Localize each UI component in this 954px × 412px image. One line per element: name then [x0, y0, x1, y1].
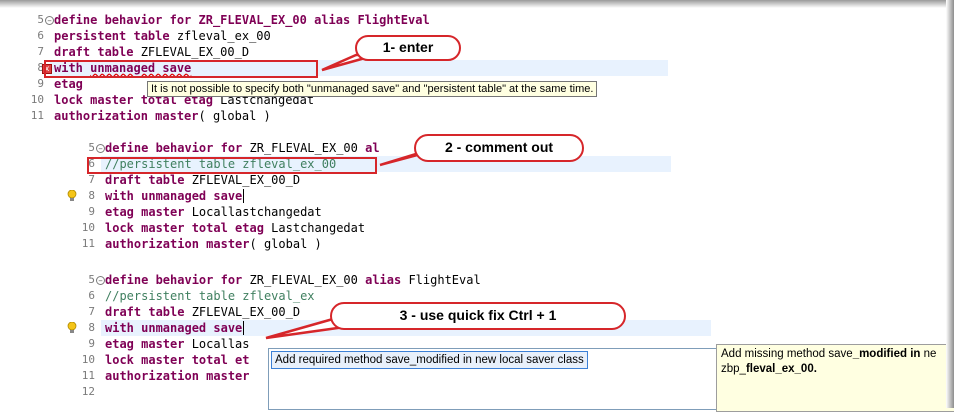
- quick-fix-item-add-method[interactable]: Add required method save_modified in new…: [271, 351, 588, 369]
- code-token: draft table: [54, 45, 141, 59]
- fold-toggle-icon[interactable]: −: [96, 144, 105, 153]
- code-token: lock master total etag: [105, 221, 272, 235]
- fold-toggle-icon[interactable]: −: [96, 276, 105, 285]
- line-number: 7: [88, 173, 95, 186]
- code-line[interactable]: lock master total et: [105, 352, 250, 368]
- code-token: etag: [54, 77, 91, 91]
- quick-fix-popup[interactable]: Add required method save_modified in new…: [268, 348, 720, 410]
- line-number: 11: [81, 237, 95, 250]
- line-number: 8: [88, 321, 95, 334]
- code-line[interactable]: etag: [54, 76, 90, 92]
- window-shadow-right: [946, 0, 954, 408]
- code-line[interactable]: define behavior for ZR_FLEVAL_EX_00 alia…: [54, 12, 430, 28]
- code-token: ZFLEVAL_EX_00_D: [191, 173, 301, 187]
- callout-step-1: 1- enter: [355, 35, 461, 61]
- code-token: ZFLEVAL_EX_00_D: [140, 45, 250, 59]
- info-text-bold: _modified in: [852, 348, 921, 360]
- code-token: with unmanaged save: [105, 321, 243, 335]
- info-line2: zbp_: [721, 363, 746, 375]
- code-token: Lastchangedat: [271, 221, 366, 235]
- window-shadow-top: [0, 0, 954, 8]
- code-token: ZR_FLEVAL_EX_00: [249, 273, 366, 287]
- code-token: Locallas: [191, 337, 250, 351]
- code-token: lock master total et: [105, 353, 250, 367]
- code-token: FlightEval: [357, 13, 430, 27]
- code-line[interactable]: etag master Locallas: [105, 336, 250, 352]
- line-number: 11: [81, 369, 95, 382]
- code-token: etag master: [105, 205, 192, 219]
- line-number: 10: [81, 353, 95, 366]
- text-caret: [242, 189, 244, 203]
- code-token: al: [365, 141, 380, 155]
- line-number: 5: [88, 273, 95, 286]
- line-number: 7: [37, 45, 44, 58]
- code-line[interactable]: authorization master( global ): [105, 236, 322, 252]
- code-token: draft table: [105, 305, 192, 319]
- error-tooltip: It is not possible to specify both "unma…: [147, 81, 598, 97]
- code-line[interactable]: authorization master: [105, 368, 250, 384]
- line-number: 6: [37, 29, 44, 42]
- code-token: FlightEval: [408, 273, 481, 287]
- code-token: ZR_FLEVAL_EX_00: [249, 141, 366, 155]
- highlight-box-line8: [44, 60, 318, 78]
- line-number: 12: [81, 385, 95, 398]
- code-token: ZR_FLEVAL_EX_00: [198, 13, 315, 27]
- code-token: ( global ): [198, 109, 271, 123]
- code-token: authorization master: [105, 237, 250, 251]
- callout-step-3: 3 - use quick fix Ctrl + 1: [330, 302, 626, 330]
- line-number: 10: [30, 93, 44, 106]
- screenshot-frame: 5− define behavior for ZR_FLEVAL_EX_00 al…: [0, 0, 954, 412]
- info-line2-bold: fleval_ex_00.: [745, 363, 817, 375]
- code-line[interactable]: with unmanaged save: [105, 188, 242, 204]
- info-text-prefix: Add missing method save: [721, 348, 853, 360]
- fold-toggle-icon[interactable]: −: [45, 16, 54, 25]
- code-line[interactable]: draft table ZFLEVAL_EX_00_D: [105, 304, 300, 320]
- line-number: 9: [88, 337, 95, 350]
- callout-step-2: 2 - comment out: [414, 134, 584, 162]
- line-number: 6: [88, 289, 95, 302]
- code-line[interactable]: draft table ZFLEVAL_EX_00_D: [54, 44, 249, 60]
- quick-fix-bulb-icon[interactable]: [67, 322, 77, 334]
- line-number: 11: [30, 109, 44, 122]
- code-line[interactable]: draft table ZFLEVAL_EX_00_D: [105, 172, 300, 188]
- line-number: 9: [37, 77, 44, 90]
- code-line[interactable]: authorization master( global ): [54, 108, 271, 124]
- code-token: persistent table: [54, 29, 177, 43]
- code-line[interactable]: define behavior for ZR_FLEVAL_EX_00 alia…: [105, 272, 481, 288]
- info-text-suffix: ne: [920, 348, 937, 360]
- code-line[interactable]: persistent table zfleval_ex_00: [54, 28, 271, 44]
- code-token: define behavior for: [54, 13, 199, 27]
- code-line[interactable]: lock master total etag Lastchangedat: [105, 220, 365, 236]
- code-token: draft table: [105, 173, 192, 187]
- quick-fix-info-panel: Add missing method save_modified in ne z…: [716, 344, 954, 412]
- code-token: ( global ): [249, 237, 322, 251]
- code-token: ZFLEVAL_EX_00_D: [191, 305, 301, 319]
- code-token: alias: [365, 273, 409, 287]
- code-token: etag master: [105, 337, 192, 351]
- code-line[interactable]: etag master Locallastchangedat: [105, 204, 322, 220]
- code-line[interactable]: with unmanaged save: [105, 320, 242, 336]
- code-token: //persistent table zfleval_ex: [105, 289, 315, 303]
- code-token: define behavior for: [105, 273, 250, 287]
- line-number: 9: [88, 205, 95, 218]
- line-number: 8: [88, 189, 95, 202]
- code-token: zfleval_ex_00: [176, 29, 271, 43]
- code-line[interactable]: //persistent table zfleval_ex: [105, 288, 315, 304]
- line-number: 10: [81, 221, 95, 234]
- code-token: alias: [314, 13, 358, 27]
- text-caret: [242, 321, 244, 335]
- quick-fix-bulb-icon[interactable]: [67, 190, 77, 202]
- line-number: 7: [88, 305, 95, 318]
- highlight-box-line6: [87, 157, 377, 174]
- code-line[interactable]: define behavior for ZR_FLEVAL_EX_00 al: [105, 140, 380, 156]
- code-token: authorization master: [54, 109, 199, 123]
- code-token: Locallastchangedat: [191, 205, 322, 219]
- code-token: with unmanaged save: [105, 189, 243, 203]
- code-token: define behavior for: [105, 141, 250, 155]
- line-number: 5: [88, 141, 95, 154]
- code-token: authorization master: [105, 369, 250, 383]
- line-number: 5: [37, 13, 44, 26]
